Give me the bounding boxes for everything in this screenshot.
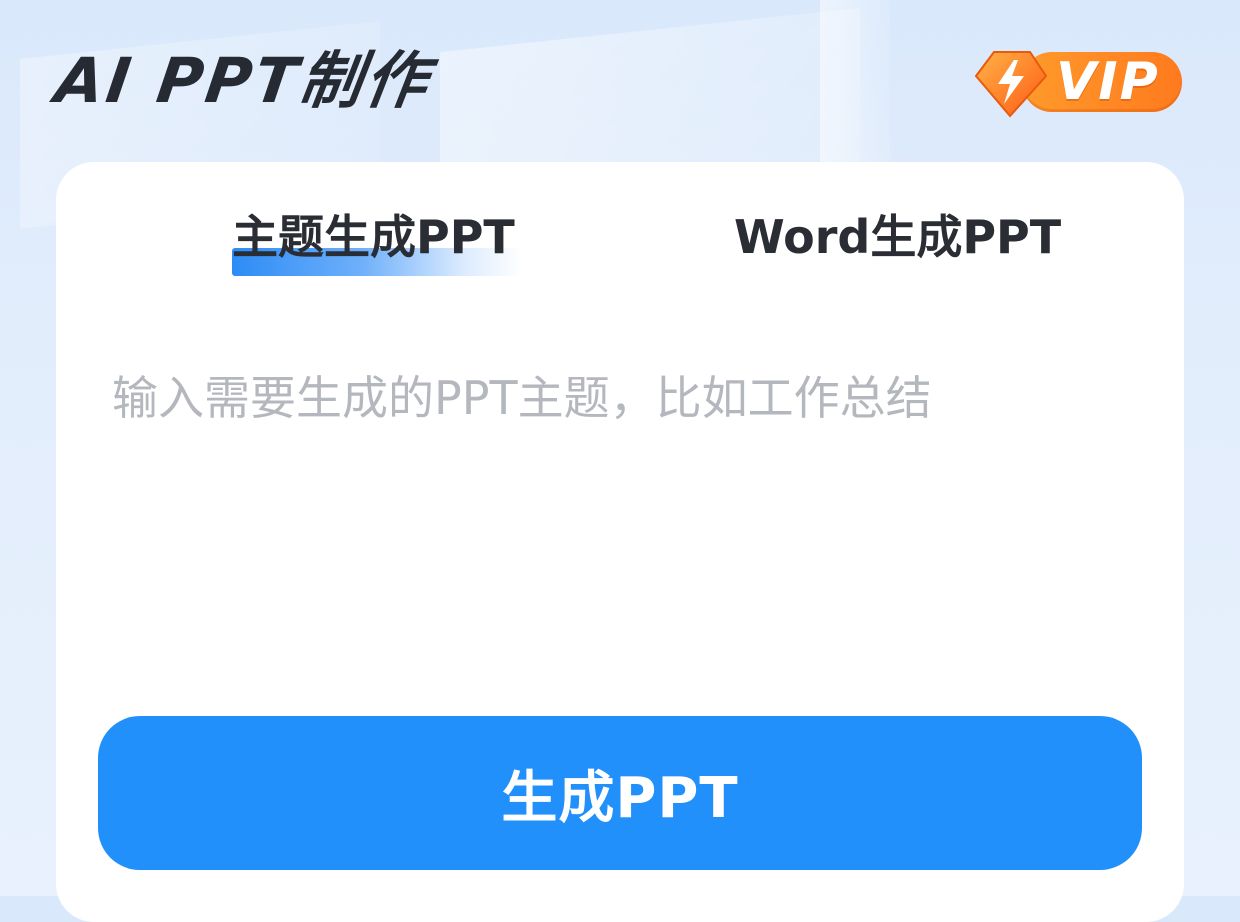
vip-button[interactable]: VIP	[970, 46, 1186, 120]
tab-label: 主题生成PPT	[232, 210, 515, 264]
lightning-icon	[974, 51, 1048, 118]
tab-label: Word生成PPT	[734, 210, 1062, 264]
tab-topic-ppt[interactable]: 主题生成PPT	[232, 202, 522, 276]
generate-ppt-button[interactable]: 生成PPT	[98, 716, 1142, 870]
topic-input[interactable]	[96, 352, 1136, 652]
page-title: AI PPT制作	[50, 44, 436, 117]
tab-word-ppt[interactable]: Word生成PPT	[734, 202, 1061, 272]
ppt-generator-card: 主题生成PPT Word生成PPT 生成PPT	[56, 162, 1184, 922]
vip-label: VIP	[1056, 52, 1160, 112]
background-panel	[820, 0, 890, 170]
